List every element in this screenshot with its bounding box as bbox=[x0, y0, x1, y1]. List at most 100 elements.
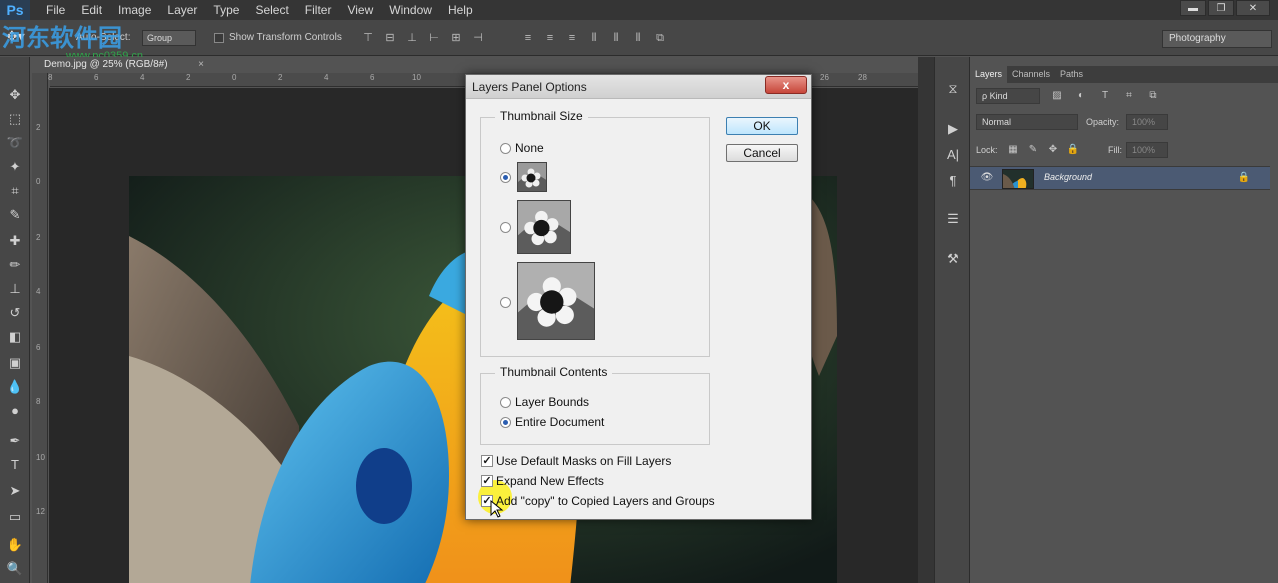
lock-pixels-icon[interactable]: ✎ bbox=[1026, 143, 1040, 157]
opacity-label: Opacity: bbox=[1086, 117, 1120, 127]
actions-panel-icon[interactable]: ▶ bbox=[943, 119, 963, 139]
menu-view[interactable]: View bbox=[339, 0, 381, 20]
menu-filter[interactable]: Filter bbox=[297, 0, 340, 20]
distribute-bottom-icon[interactable]: ≡ bbox=[564, 30, 580, 46]
blur-tool-icon[interactable]: 💧 bbox=[4, 377, 26, 397]
thumb-size-small-preview[interactable] bbox=[517, 162, 547, 192]
align-vcenter-icon[interactable]: ⊟ bbox=[382, 30, 398, 46]
character-panel-icon[interactable]: A| bbox=[943, 145, 963, 165]
move-tool-icon[interactable]: ✥ bbox=[4, 85, 26, 105]
clone-stamp-tool-icon[interactable]: ⊥ bbox=[4, 279, 26, 299]
thumb-size-medium-radio[interactable] bbox=[500, 222, 511, 233]
distribute-left-icon[interactable]: ⦀ bbox=[586, 30, 602, 46]
crop-tool-icon[interactable]: ⌗ bbox=[4, 181, 26, 201]
document-tab[interactable]: Demo.jpg @ 25% (RGB/8#) × bbox=[38, 57, 208, 73]
tab-layers[interactable]: Layers bbox=[970, 66, 1008, 83]
path-selection-tool-icon[interactable]: ➤ bbox=[4, 481, 26, 501]
ruler-left-label: 4 bbox=[36, 287, 41, 296]
history-brush-tool-icon[interactable]: ↺ bbox=[4, 303, 26, 323]
mouse-cursor-icon bbox=[490, 500, 504, 518]
thumb-size-large-radio[interactable] bbox=[500, 297, 511, 308]
thumb-size-medium-preview[interactable] bbox=[517, 200, 571, 254]
pen-tool-icon[interactable]: ✒ bbox=[4, 431, 26, 451]
entire-document-radio[interactable] bbox=[500, 417, 511, 428]
menu-window[interactable]: Window bbox=[381, 0, 440, 20]
magic-wand-tool-icon[interactable]: ✦ bbox=[4, 157, 26, 177]
thumbnail-size-legend: Thumbnail Size bbox=[495, 109, 588, 123]
distribute-hcenter-icon[interactable]: ⦀ bbox=[608, 30, 624, 46]
gradient-tool-icon[interactable]: ▣ bbox=[4, 353, 26, 373]
auto-select-dropdown[interactable]: Group bbox=[142, 30, 196, 46]
ruler-top-label: 4 bbox=[324, 73, 329, 82]
fill-field[interactable]: 100% bbox=[1126, 142, 1168, 158]
cancel-button[interactable]: Cancel bbox=[726, 144, 798, 162]
properties-panel-icon[interactable]: ☰ bbox=[943, 209, 963, 229]
expand-effects-checkbox[interactable]: ✓ bbox=[481, 475, 493, 487]
filter-adjustment-icon[interactable]: ◐ bbox=[1074, 89, 1088, 103]
show-transform-checkbox[interactable] bbox=[214, 33, 224, 43]
opacity-field[interactable]: 100% bbox=[1126, 114, 1168, 130]
filter-smart-object-icon[interactable]: ⧉ bbox=[1146, 89, 1160, 103]
tab-channels[interactable]: Channels bbox=[1007, 66, 1055, 83]
tab-paths[interactable]: Paths bbox=[1055, 66, 1088, 83]
layer-bounds-radio[interactable] bbox=[500, 397, 511, 408]
ok-button[interactable]: OK bbox=[726, 117, 798, 135]
visibility-eye-icon[interactable]: 👁 bbox=[980, 172, 994, 186]
show-transform-label: Show Transform Controls bbox=[229, 32, 342, 43]
align-bottom-icon[interactable]: ⊥ bbox=[404, 30, 420, 46]
distribute-vcenter-icon[interactable]: ≡ bbox=[542, 30, 558, 46]
paragraph-panel-icon[interactable]: ¶ bbox=[943, 171, 963, 191]
auto-align-icon[interactable]: ⧉ bbox=[652, 30, 668, 46]
workspace-dropdown[interactable]: Photography bbox=[1162, 30, 1272, 48]
history-panel-icon[interactable]: ⧖ bbox=[943, 79, 963, 99]
ruler-left-label: 0 bbox=[36, 177, 41, 186]
filter-pixel-icon[interactable]: ▨ bbox=[1050, 89, 1064, 103]
blend-mode-dropdown[interactable]: Normal bbox=[976, 114, 1078, 130]
layer-row-background[interactable]: 👁 Background 🔒 bbox=[970, 166, 1270, 190]
align-hcenter-icon[interactable]: ⊞ bbox=[448, 30, 464, 46]
thumb-size-small-radio[interactable] bbox=[500, 172, 511, 183]
distribute-right-icon[interactable]: ⦀ bbox=[630, 30, 646, 46]
menu-file[interactable]: File bbox=[38, 0, 73, 20]
type-tool-icon[interactable]: T bbox=[4, 455, 26, 475]
distribute-top-icon[interactable]: ≡ bbox=[520, 30, 536, 46]
brush-presets-panel-icon[interactable]: ⚒ bbox=[943, 249, 963, 269]
lasso-tool-icon[interactable]: ➰ bbox=[4, 133, 26, 153]
menu-edit[interactable]: Edit bbox=[73, 0, 110, 20]
layer-kind-filter[interactable]: ρ Kind bbox=[976, 88, 1040, 104]
close-window-button[interactable]: ✕ bbox=[1236, 0, 1270, 16]
filter-shape-icon[interactable]: ⌗ bbox=[1122, 89, 1136, 103]
lock-transparent-icon[interactable]: ▦ bbox=[1006, 143, 1020, 157]
eyedropper-tool-icon[interactable]: ✎ bbox=[4, 205, 26, 225]
filter-type-icon[interactable]: T bbox=[1098, 89, 1112, 103]
align-right-icon[interactable]: ⊣ bbox=[470, 30, 486, 46]
dialog-titlebar[interactable]: Layers Panel Options x bbox=[466, 75, 811, 99]
minimize-button[interactable]: ▬ bbox=[1180, 0, 1206, 16]
menu-layer[interactable]: Layer bbox=[159, 0, 205, 20]
lock-position-icon[interactable]: ✥ bbox=[1046, 143, 1060, 157]
menu-help[interactable]: Help bbox=[440, 0, 481, 20]
eraser-tool-icon[interactable]: ◧ bbox=[4, 327, 26, 347]
brush-tool-icon[interactable]: ✏ bbox=[4, 255, 26, 275]
thumb-size-large-preview[interactable] bbox=[517, 262, 595, 340]
restore-button[interactable]: ❐ bbox=[1208, 0, 1234, 16]
hand-tool-icon[interactable]: ✋ bbox=[4, 535, 26, 555]
document-tab-close-icon[interactable]: × bbox=[198, 57, 204, 73]
zoom-tool-icon[interactable]: 🔍 bbox=[4, 559, 26, 579]
dodge-tool-icon[interactable]: ● bbox=[4, 401, 26, 421]
menu-type[interactable]: Type bbox=[205, 0, 247, 20]
menu-select[interactable]: Select bbox=[247, 0, 296, 20]
dialog-close-button[interactable]: x bbox=[765, 76, 807, 94]
align-top-icon[interactable]: ⊤ bbox=[360, 30, 376, 46]
healing-brush-tool-icon[interactable]: ✚ bbox=[4, 231, 26, 251]
ruler-vertical[interactable]: 2 0 2 4 6 8 10 12 bbox=[32, 73, 48, 583]
default-masks-checkbox[interactable]: ✓ bbox=[481, 455, 493, 467]
rectangle-tool-icon[interactable]: ▭ bbox=[4, 507, 26, 527]
menu-image[interactable]: Image bbox=[110, 0, 159, 20]
lock-all-icon[interactable]: 🔒 bbox=[1066, 143, 1080, 157]
sunflower-small-icon bbox=[518, 163, 546, 191]
thumb-size-none-radio[interactable] bbox=[500, 143, 511, 154]
window-controls: ▬ ❐ ✕ bbox=[1180, 0, 1270, 18]
marquee-tool-icon[interactable]: ⬚ bbox=[4, 109, 26, 129]
align-left-icon[interactable]: ⊢ bbox=[426, 30, 442, 46]
